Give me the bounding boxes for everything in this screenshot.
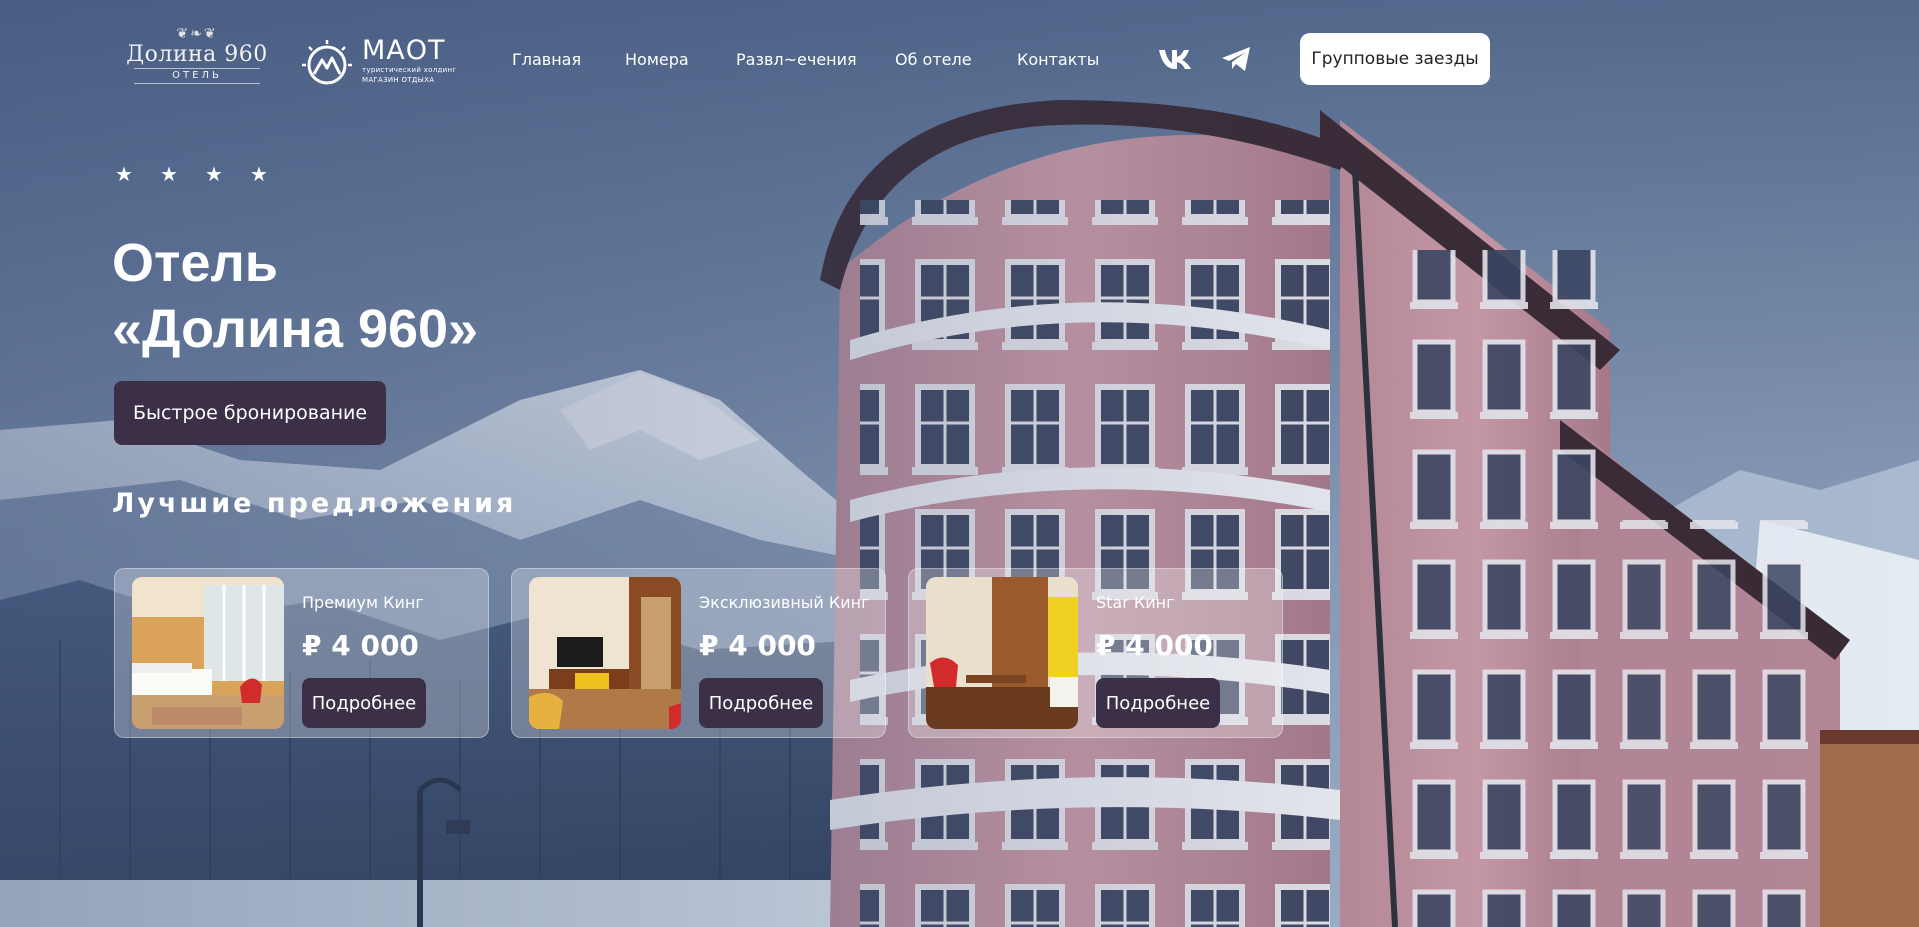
vk-link[interactable] bbox=[1157, 44, 1195, 78]
telegram-icon bbox=[1222, 47, 1250, 71]
star-icon: ★ bbox=[250, 162, 268, 186]
room-photo bbox=[529, 577, 681, 729]
offer-card-star-king: Star Кинг ₽ 4 000 Подробнее bbox=[908, 568, 1283, 738]
star-icon: ★ bbox=[160, 162, 178, 186]
offer-name: Премиум Кинг bbox=[302, 593, 424, 612]
offer-details-button[interactable]: Подробнее bbox=[302, 678, 426, 728]
hero-background bbox=[0, 0, 1919, 927]
offer-card-exclusive-king: Эксклюзивный Кинг ₽ 4 000 Подробнее bbox=[511, 568, 886, 738]
hotel-logo-sub: ОТЕЛЬ bbox=[134, 68, 260, 84]
room-photo bbox=[132, 577, 284, 729]
maot-logo-title: МАОТ bbox=[362, 35, 446, 66]
offer-details-button[interactable]: Подробнее bbox=[1096, 678, 1220, 728]
page-title-line1: Отель bbox=[112, 233, 278, 293]
offer-price: ₽ 4 000 bbox=[302, 629, 419, 662]
maot-logo-line1: туристический холдинг bbox=[362, 66, 457, 74]
nav-item-about[interactable]: Об отеле bbox=[895, 50, 972, 70]
group-tours-button[interactable]: Групповые заезды bbox=[1300, 33, 1490, 85]
vk-icon bbox=[1159, 50, 1191, 69]
maot-logo-line2: МАГАЗИН ОТДЫХА bbox=[362, 76, 435, 84]
hotel-logo-name: Долина 960 bbox=[126, 42, 268, 67]
offer-details-button[interactable]: Подробнее bbox=[699, 678, 823, 728]
offer-price: ₽ 4 000 bbox=[699, 629, 816, 662]
quick-booking-button[interactable]: Быстрое бронирование bbox=[114, 381, 386, 445]
star-icon: ★ bbox=[115, 162, 133, 186]
offer-name: Эксклюзивный Кинг bbox=[699, 593, 870, 612]
site-header: ❦❧❦ Долина 960 ОТЕЛЬ МАОТ туристический … bbox=[0, 0, 1919, 120]
nav-item-contacts[interactable]: Контакты bbox=[1017, 50, 1099, 70]
best-offers-heading: Лучшие предложения bbox=[112, 488, 517, 519]
maot-logo[interactable]: МАОТ туристический холдинг МАГАЗИН ОТДЫХ… bbox=[300, 35, 456, 88]
page-title-line2: «Долина 960» bbox=[112, 299, 479, 359]
offer-card-premium-king: Премиум Кинг ₽ 4 000 Подробнее bbox=[114, 568, 489, 738]
telegram-link[interactable] bbox=[1218, 44, 1256, 78]
room-photo bbox=[926, 577, 1078, 729]
page-title: Отель «Долина 960» bbox=[112, 230, 478, 362]
ornament-icon: ❦❧❦ bbox=[176, 26, 218, 42]
hotel-logo[interactable]: ❦❧❦ Долина 960 ОТЕЛЬ bbox=[124, 26, 270, 88]
hotel-rating-stars: ★ ★ ★ ★ bbox=[115, 162, 268, 186]
star-icon: ★ bbox=[205, 162, 223, 186]
nav-item-home[interactable]: Главная bbox=[512, 50, 581, 70]
nav-item-rooms[interactable]: Номера bbox=[625, 50, 689, 70]
offer-price: ₽ 4 000 bbox=[1096, 629, 1213, 662]
offer-name: Star Кинг bbox=[1096, 593, 1175, 612]
nav-item-entertainment[interactable]: Развл~ечения bbox=[736, 50, 857, 70]
sun-mountain-icon bbox=[302, 40, 352, 85]
